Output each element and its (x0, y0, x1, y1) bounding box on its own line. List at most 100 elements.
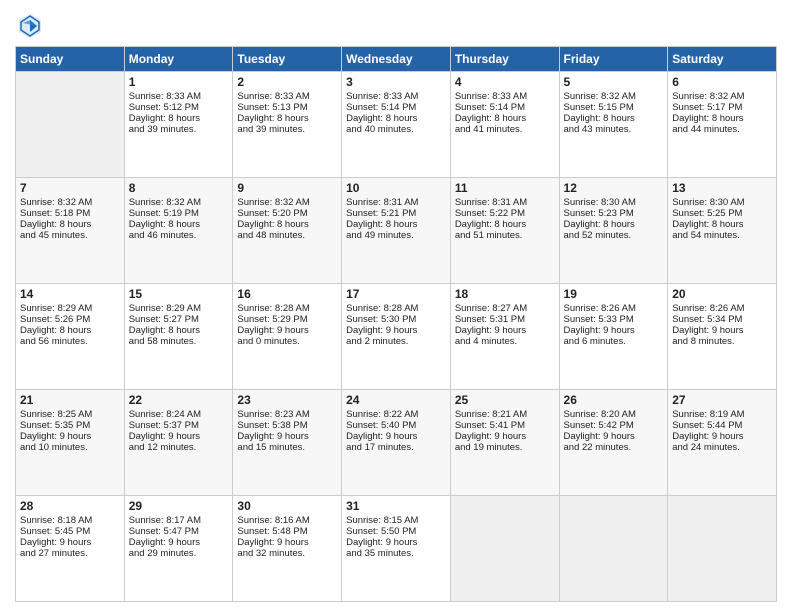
calendar-cell: 30Sunrise: 8:16 AMSunset: 5:48 PMDayligh… (233, 496, 342, 602)
calendar-cell: 9Sunrise: 8:32 AMSunset: 5:20 PMDaylight… (233, 178, 342, 284)
page: SundayMondayTuesdayWednesdayThursdayFrid… (0, 0, 792, 612)
calendar-cell: 7Sunrise: 8:32 AMSunset: 5:18 PMDaylight… (16, 178, 125, 284)
calendar-cell: 10Sunrise: 8:31 AMSunset: 5:21 PMDayligh… (342, 178, 451, 284)
cell-text: Daylight: 9 hours (20, 537, 120, 548)
cell-text: Sunrise: 8:33 AM (237, 91, 337, 102)
cell-text: Sunrise: 8:30 AM (564, 197, 664, 208)
column-header-wednesday: Wednesday (342, 47, 451, 72)
week-row-1: 1Sunrise: 8:33 AMSunset: 5:12 PMDaylight… (16, 72, 777, 178)
cell-text: Sunset: 5:41 PM (455, 420, 555, 431)
cell-text: and 35 minutes. (346, 548, 446, 559)
logo (15, 10, 49, 40)
day-number: 23 (237, 393, 337, 407)
calendar-cell: 15Sunrise: 8:29 AMSunset: 5:27 PMDayligh… (124, 284, 233, 390)
calendar-cell: 2Sunrise: 8:33 AMSunset: 5:13 PMDaylight… (233, 72, 342, 178)
column-header-friday: Friday (559, 47, 668, 72)
day-number: 17 (346, 287, 446, 301)
cell-text: Sunrise: 8:27 AM (455, 303, 555, 314)
cell-text: Daylight: 8 hours (129, 325, 229, 336)
cell-text: Daylight: 8 hours (346, 113, 446, 124)
cell-text: Sunrise: 8:15 AM (346, 515, 446, 526)
cell-text: Sunset: 5:37 PM (129, 420, 229, 431)
cell-text: Sunrise: 8:19 AM (672, 409, 772, 420)
cell-text: Sunrise: 8:26 AM (672, 303, 772, 314)
cell-text: Sunrise: 8:24 AM (129, 409, 229, 420)
cell-text: and 27 minutes. (20, 548, 120, 559)
day-number: 24 (346, 393, 446, 407)
calendar-cell: 22Sunrise: 8:24 AMSunset: 5:37 PMDayligh… (124, 390, 233, 496)
calendar-cell: 27Sunrise: 8:19 AMSunset: 5:44 PMDayligh… (668, 390, 777, 496)
calendar-cell (559, 496, 668, 602)
calendar-cell: 11Sunrise: 8:31 AMSunset: 5:22 PMDayligh… (450, 178, 559, 284)
day-number: 26 (564, 393, 664, 407)
cell-text: and 51 minutes. (455, 230, 555, 241)
cell-text: Sunrise: 8:29 AM (20, 303, 120, 314)
cell-text: Sunset: 5:38 PM (237, 420, 337, 431)
cell-text: and 44 minutes. (672, 124, 772, 135)
cell-text: Sunset: 5:15 PM (564, 102, 664, 113)
calendar-cell: 4Sunrise: 8:33 AMSunset: 5:14 PMDaylight… (450, 72, 559, 178)
logo-icon (15, 10, 45, 40)
column-header-sunday: Sunday (16, 47, 125, 72)
cell-text: and 29 minutes. (129, 548, 229, 559)
calendar-cell: 3Sunrise: 8:33 AMSunset: 5:14 PMDaylight… (342, 72, 451, 178)
calendar-cell: 21Sunrise: 8:25 AMSunset: 5:35 PMDayligh… (16, 390, 125, 496)
cell-text: Sunset: 5:14 PM (346, 102, 446, 113)
calendar-cell: 25Sunrise: 8:21 AMSunset: 5:41 PMDayligh… (450, 390, 559, 496)
calendar-cell: 5Sunrise: 8:32 AMSunset: 5:15 PMDaylight… (559, 72, 668, 178)
cell-text: and 56 minutes. (20, 336, 120, 347)
calendar-cell: 29Sunrise: 8:17 AMSunset: 5:47 PMDayligh… (124, 496, 233, 602)
day-number: 29 (129, 499, 229, 513)
cell-text: Daylight: 9 hours (346, 431, 446, 442)
calendar-cell: 18Sunrise: 8:27 AMSunset: 5:31 PMDayligh… (450, 284, 559, 390)
calendar-cell: 20Sunrise: 8:26 AMSunset: 5:34 PMDayligh… (668, 284, 777, 390)
calendar-cell: 14Sunrise: 8:29 AMSunset: 5:26 PMDayligh… (16, 284, 125, 390)
cell-text: Daylight: 8 hours (564, 113, 664, 124)
cell-text: and 45 minutes. (20, 230, 120, 241)
day-number: 9 (237, 181, 337, 195)
day-number: 6 (672, 75, 772, 89)
cell-text: Sunrise: 8:32 AM (129, 197, 229, 208)
cell-text: Daylight: 9 hours (672, 325, 772, 336)
cell-text: Sunrise: 8:20 AM (564, 409, 664, 420)
cell-text: Sunrise: 8:32 AM (237, 197, 337, 208)
cell-text: Sunset: 5:31 PM (455, 314, 555, 325)
cell-text: Sunset: 5:50 PM (346, 526, 446, 537)
cell-text: Sunrise: 8:32 AM (564, 91, 664, 102)
cell-text: Sunset: 5:14 PM (455, 102, 555, 113)
cell-text: and 10 minutes. (20, 442, 120, 453)
week-row-4: 21Sunrise: 8:25 AMSunset: 5:35 PMDayligh… (16, 390, 777, 496)
calendar-cell: 26Sunrise: 8:20 AMSunset: 5:42 PMDayligh… (559, 390, 668, 496)
cell-text: Sunrise: 8:22 AM (346, 409, 446, 420)
cell-text: Sunrise: 8:29 AM (129, 303, 229, 314)
cell-text: Sunset: 5:20 PM (237, 208, 337, 219)
cell-text: Sunset: 5:22 PM (455, 208, 555, 219)
cell-text: Daylight: 9 hours (20, 431, 120, 442)
cell-text: Daylight: 9 hours (346, 537, 446, 548)
cell-text: Sunrise: 8:18 AM (20, 515, 120, 526)
day-number: 22 (129, 393, 229, 407)
calendar-cell: 13Sunrise: 8:30 AMSunset: 5:25 PMDayligh… (668, 178, 777, 284)
cell-text: Daylight: 9 hours (237, 537, 337, 548)
cell-text: Sunset: 5:44 PM (672, 420, 772, 431)
cell-text: Sunrise: 8:31 AM (455, 197, 555, 208)
cell-text: and 32 minutes. (237, 548, 337, 559)
calendar-cell (668, 496, 777, 602)
cell-text: Sunset: 5:30 PM (346, 314, 446, 325)
cell-text: Daylight: 8 hours (346, 219, 446, 230)
day-number: 25 (455, 393, 555, 407)
cell-text: Sunset: 5:45 PM (20, 526, 120, 537)
cell-text: Sunset: 5:48 PM (237, 526, 337, 537)
week-row-5: 28Sunrise: 8:18 AMSunset: 5:45 PMDayligh… (16, 496, 777, 602)
column-header-thursday: Thursday (450, 47, 559, 72)
cell-text: Daylight: 8 hours (129, 113, 229, 124)
cell-text: Sunset: 5:23 PM (564, 208, 664, 219)
day-number: 7 (20, 181, 120, 195)
cell-text: Sunrise: 8:26 AM (564, 303, 664, 314)
cell-text: Daylight: 8 hours (129, 219, 229, 230)
cell-text: Sunrise: 8:21 AM (455, 409, 555, 420)
cell-text: Daylight: 9 hours (564, 431, 664, 442)
day-number: 12 (564, 181, 664, 195)
cell-text: Sunrise: 8:28 AM (237, 303, 337, 314)
cell-text: and 48 minutes. (237, 230, 337, 241)
